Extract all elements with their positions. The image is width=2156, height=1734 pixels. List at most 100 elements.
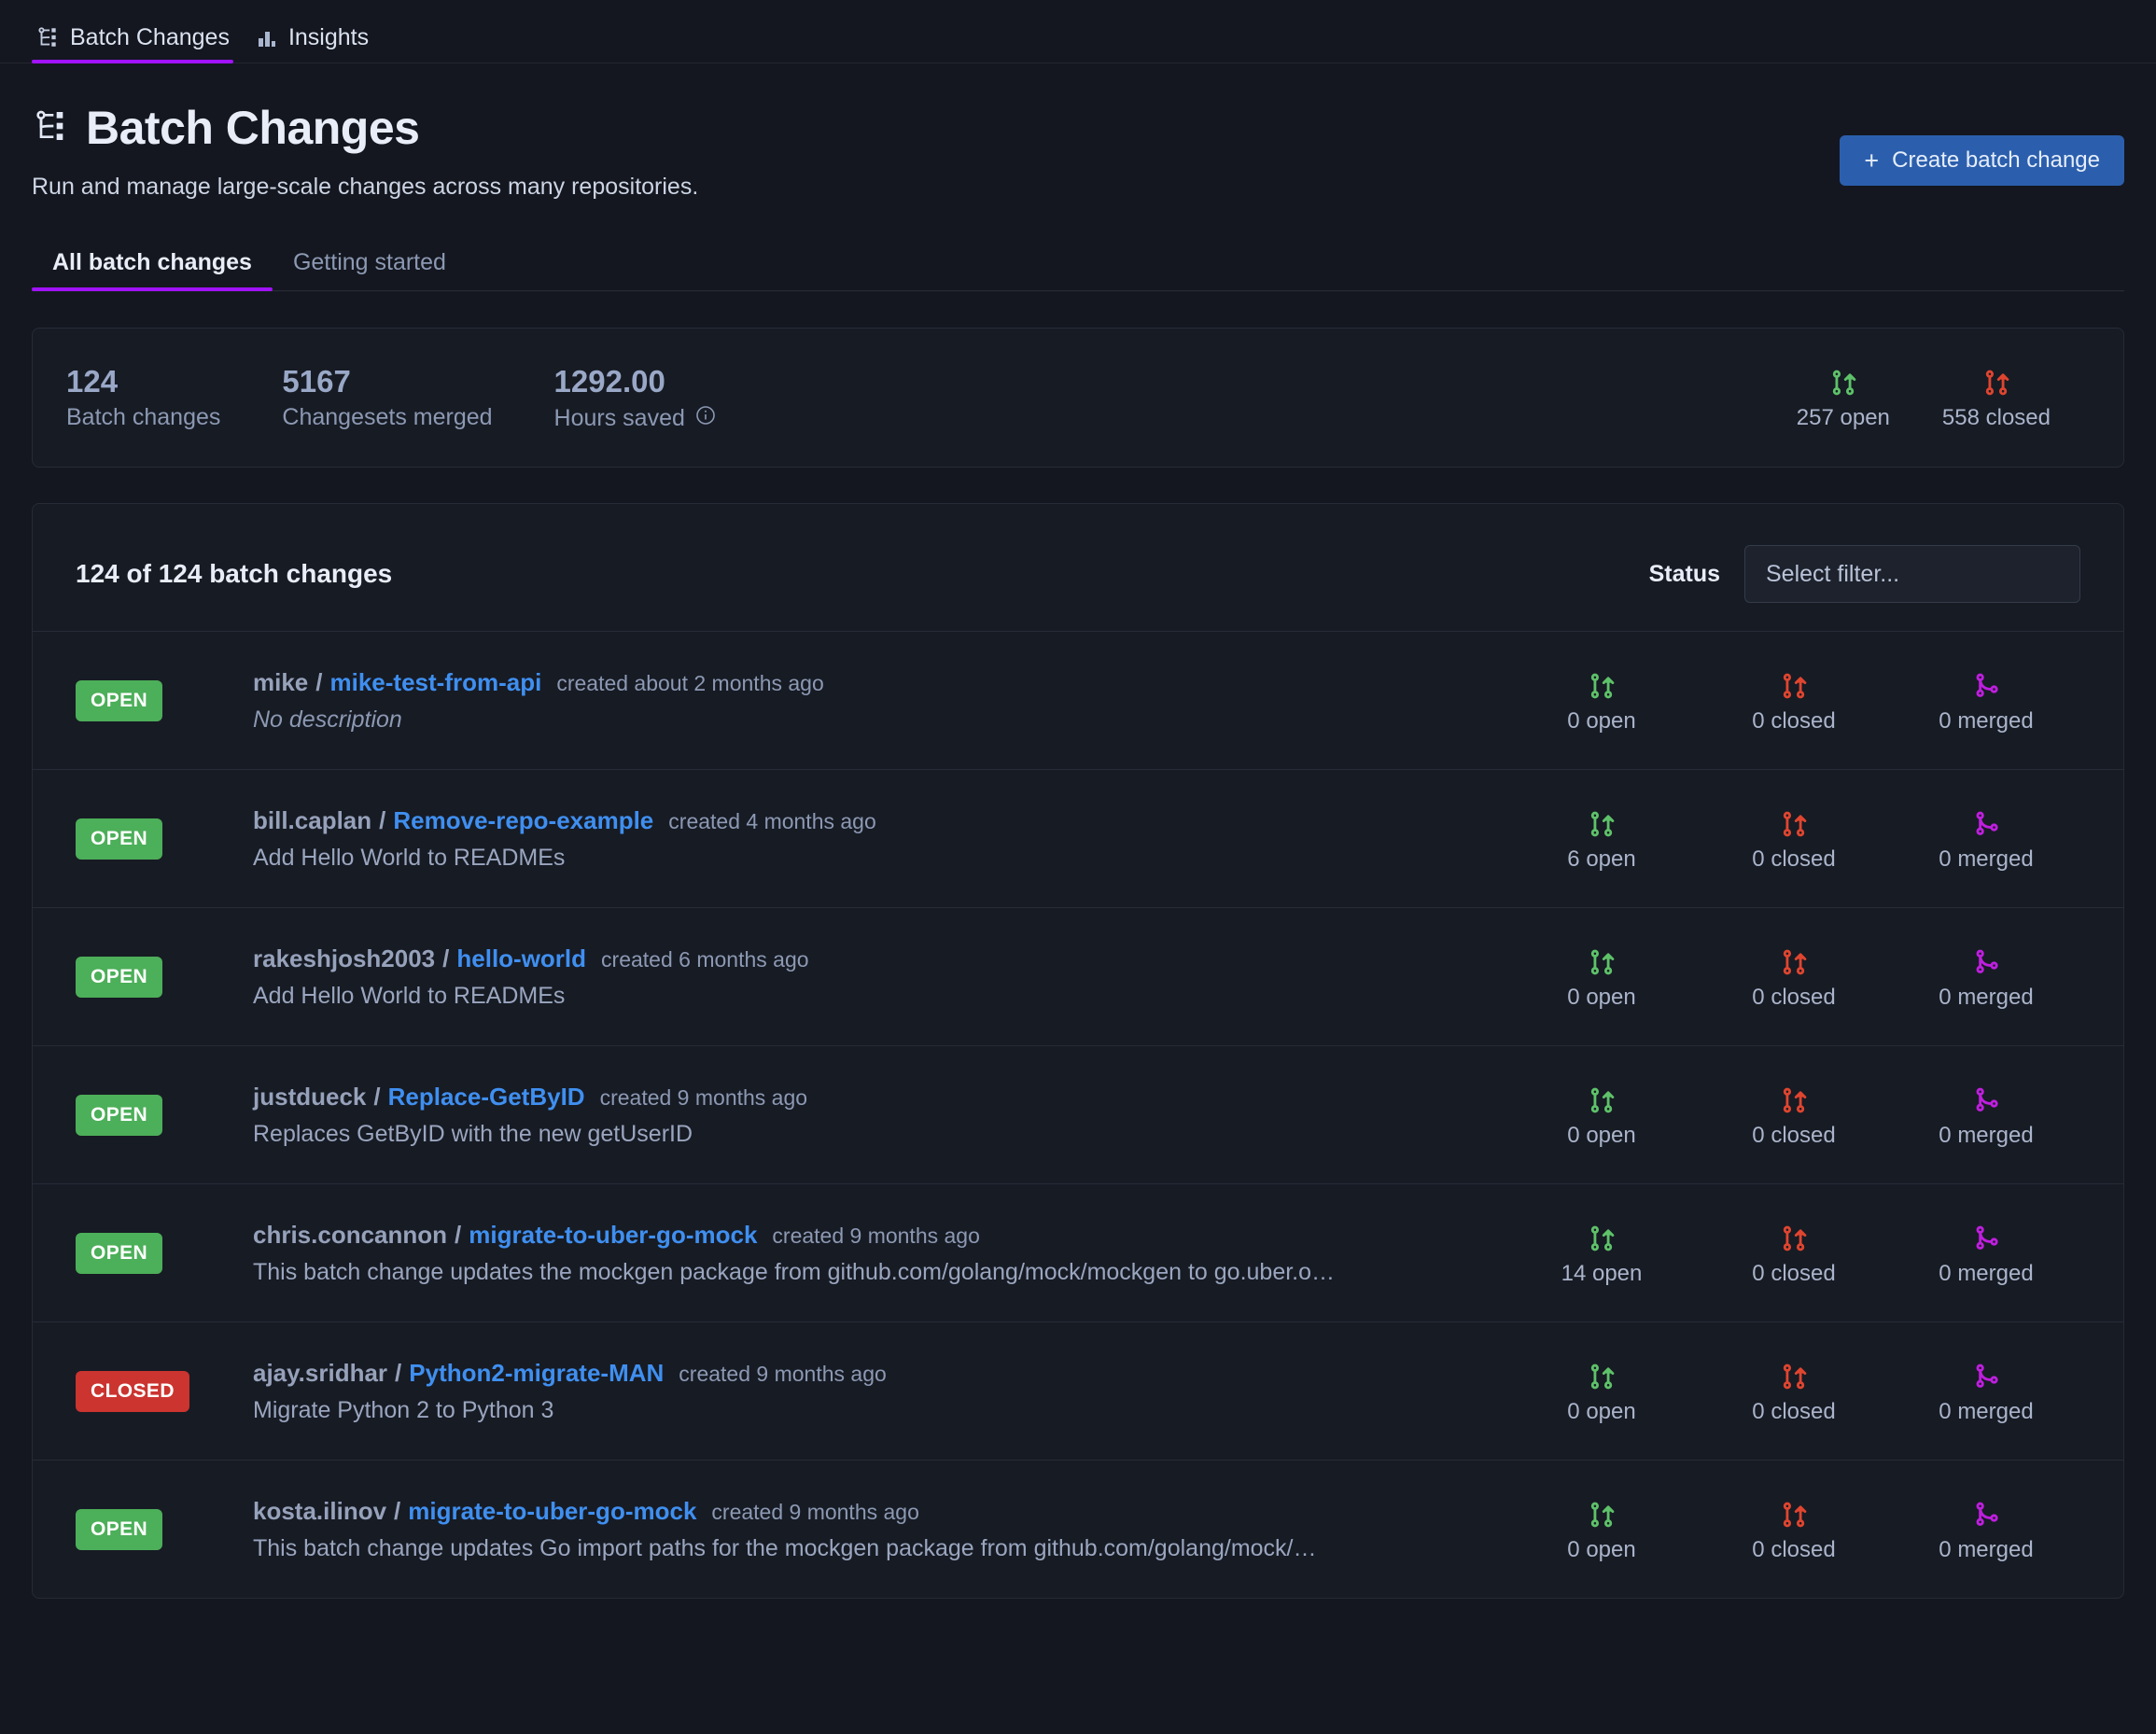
batch-change-name-link[interactable]: migrate-to-uber-go-mock	[469, 1221, 757, 1250]
batch-change-row[interactable]: OPEN chris.concannon / migrate-to-uber-g…	[33, 1183, 2123, 1321]
batch-changes-icon	[35, 25, 60, 49]
status-badge-cell: CLOSED	[76, 1371, 253, 1412]
batch-change-namespace[interactable]: ajay.sridhar	[253, 1359, 387, 1388]
pull-request-open-icon	[1532, 667, 1672, 705]
batch-change-name-link[interactable]: Python2-migrate-MAN	[409, 1359, 664, 1388]
namespace-separator: /	[387, 1359, 409, 1388]
batch-change-description: Add Hello World to READMEs	[253, 845, 1336, 872]
batch-change-namespace[interactable]: kosta.ilinov	[253, 1497, 386, 1526]
row-closed-changesets: 0 closed	[1724, 1082, 1864, 1149]
batch-change-row[interactable]: OPEN bill.caplan / Remove-repo-example c…	[33, 769, 2123, 907]
batch-change-changeset-counts: 0 open 0 closed	[1532, 1496, 2080, 1563]
tab-getting-started[interactable]: Getting started	[273, 249, 467, 291]
batch-change-changeset-counts: 0 open 0 closed	[1532, 1082, 2080, 1149]
stat-batch-changes-label: Batch changes	[66, 404, 220, 431]
batch-change-description: Replaces GetByID with the new getUserID	[253, 1121, 1336, 1148]
batch-change-namespace[interactable]: rakeshjosh2003	[253, 944, 435, 973]
batch-change-info: chris.concannon / migrate-to-uber-go-moc…	[253, 1221, 1532, 1286]
stat-batch-changes: 124 Batch changes	[66, 362, 220, 433]
batch-change-namespace[interactable]: mike	[253, 668, 308, 697]
stat-changesets-merged: 5167 Changesets merged	[282, 362, 492, 433]
nav-item-insights[interactable]: Insights	[243, 26, 382, 63]
pull-request-merged-icon	[1916, 805, 2056, 843]
info-icon[interactable]	[694, 404, 717, 433]
batch-change-created: created 4 months ago	[668, 809, 875, 834]
batch-change-title: kosta.ilinov / migrate-to-uber-go-mock c…	[253, 1497, 1494, 1526]
row-open-changesets: 0 open	[1532, 1358, 1672, 1425]
page-subtitle: Run and manage large-scale changes acros…	[32, 174, 2124, 201]
pull-request-open-icon	[1532, 1220, 1672, 1257]
batch-change-info: mike / mike-test-from-api created about …	[253, 668, 1532, 734]
batch-change-title: chris.concannon / migrate-to-uber-go-moc…	[253, 1221, 1494, 1250]
row-open-changesets: 0 open	[1532, 1082, 1672, 1149]
pull-request-closed-icon	[1724, 1358, 1864, 1395]
pull-request-merged-icon	[1916, 1220, 2056, 1257]
pull-request-open-icon	[1532, 805, 1672, 843]
batch-change-created: created 9 months ago	[711, 1500, 918, 1525]
pull-request-merged-icon	[1916, 667, 2056, 705]
batch-change-created: created 9 months ago	[679, 1362, 886, 1387]
row-closed-changesets-label: 0 closed	[1724, 846, 1864, 873]
page-header: Batch Changes Run and manage large-scale…	[0, 63, 2156, 201]
nav-item-batch-changes[interactable]: Batch Changes	[22, 25, 243, 63]
batch-change-name-link[interactable]: hello-world	[456, 944, 586, 973]
status-badge-cell: OPEN	[76, 680, 253, 721]
batch-change-description: This batch change updates Go import path…	[253, 1535, 1336, 1562]
pull-request-merged-icon	[1916, 1496, 2056, 1533]
pull-request-open-icon	[1532, 944, 1672, 981]
batch-change-row[interactable]: OPEN kosta.ilinov / migrate-to-uber-go-m…	[33, 1460, 2123, 1598]
row-merged-changesets-label: 0 merged	[1916, 846, 2056, 873]
batch-change-namespace[interactable]: chris.concannon	[253, 1221, 447, 1250]
pull-request-closed-icon	[1942, 364, 2051, 401]
create-batch-change-button[interactable]: + Create batch change	[1840, 135, 2124, 186]
bar-chart-icon	[256, 27, 278, 49]
batch-change-namespace[interactable]: justdueck	[253, 1083, 366, 1112]
status-badge: OPEN	[76, 1095, 162, 1136]
pull-request-open-icon	[1797, 364, 1890, 401]
batch-change-name-link[interactable]: Replace-GetByID	[388, 1083, 585, 1112]
batch-change-info: ajay.sridhar / Python2-migrate-MAN creat…	[253, 1359, 1532, 1424]
row-merged-changesets-label: 0 merged	[1916, 1399, 2056, 1425]
summary-changeset-counts: 257 open 558 closed	[1797, 364, 2090, 431]
batch-change-namespace[interactable]: bill.caplan	[253, 806, 371, 835]
batch-change-name-link[interactable]: migrate-to-uber-go-mock	[408, 1497, 696, 1526]
status-badge-cell: OPEN	[76, 957, 253, 998]
namespace-separator: /	[308, 668, 329, 697]
batch-change-name-link[interactable]: Remove-repo-example	[393, 806, 653, 835]
status-badge-cell: OPEN	[76, 1233, 253, 1274]
batch-change-info: justdueck / Replace-GetByID created 9 mo…	[253, 1083, 1532, 1148]
tab-all-batch-changes[interactable]: All batch changes	[32, 249, 273, 291]
status-badge: OPEN	[76, 957, 162, 998]
pull-request-closed-icon	[1724, 805, 1864, 843]
summary-stats-group: 124 Batch changes 5167 Changesets merged…	[66, 362, 1797, 433]
stat-batch-changes-value: 124	[66, 362, 220, 400]
batch-change-row[interactable]: CLOSED ajay.sridhar / Python2-migrate-MA…	[33, 1321, 2123, 1460]
batch-change-name-link[interactable]: mike-test-from-api	[330, 668, 542, 697]
row-closed-changesets: 0 closed	[1724, 1220, 1864, 1287]
row-open-changesets-label: 14 open	[1532, 1261, 1672, 1287]
batch-change-row[interactable]: OPEN justdueck / Replace-GetByID created…	[33, 1045, 2123, 1183]
row-open-changesets: 0 open	[1532, 1496, 1672, 1563]
batch-change-info: kosta.ilinov / migrate-to-uber-go-mock c…	[253, 1497, 1532, 1562]
batch-change-title: bill.caplan / Remove-repo-example create…	[253, 806, 1494, 835]
batch-change-title: ajay.sridhar / Python2-migrate-MAN creat…	[253, 1359, 1494, 1388]
batch-change-changeset-counts: 0 open 0 closed	[1532, 667, 2080, 734]
pull-request-closed-icon	[1724, 667, 1864, 705]
status-filter-input[interactable]	[1744, 545, 2080, 603]
row-merged-changesets-label: 0 merged	[1916, 985, 2056, 1011]
namespace-separator: /	[366, 1083, 387, 1112]
batch-change-row[interactable]: OPEN rakeshjosh2003 / hello-world create…	[33, 907, 2123, 1045]
batch-changes-title-icon	[32, 107, 69, 149]
pull-request-open-icon	[1532, 1082, 1672, 1119]
batch-change-title: rakeshjosh2003 / hello-world created 6 m…	[253, 944, 1494, 973]
batch-change-changeset-counts: 0 open 0 closed	[1532, 944, 2080, 1011]
pull-request-closed-icon	[1724, 1496, 1864, 1533]
row-merged-changesets: 0 merged	[1916, 1082, 2056, 1149]
batch-change-row[interactable]: OPEN mike / mike-test-from-api created a…	[33, 631, 2123, 769]
plus-icon: +	[1864, 148, 1879, 174]
namespace-separator: /	[447, 1221, 469, 1250]
pull-request-closed-icon	[1724, 944, 1864, 981]
row-open-changesets: 0 open	[1532, 667, 1672, 734]
row-merged-changesets: 0 merged	[1916, 1220, 2056, 1287]
create-batch-change-label: Create batch change	[1892, 147, 2100, 174]
